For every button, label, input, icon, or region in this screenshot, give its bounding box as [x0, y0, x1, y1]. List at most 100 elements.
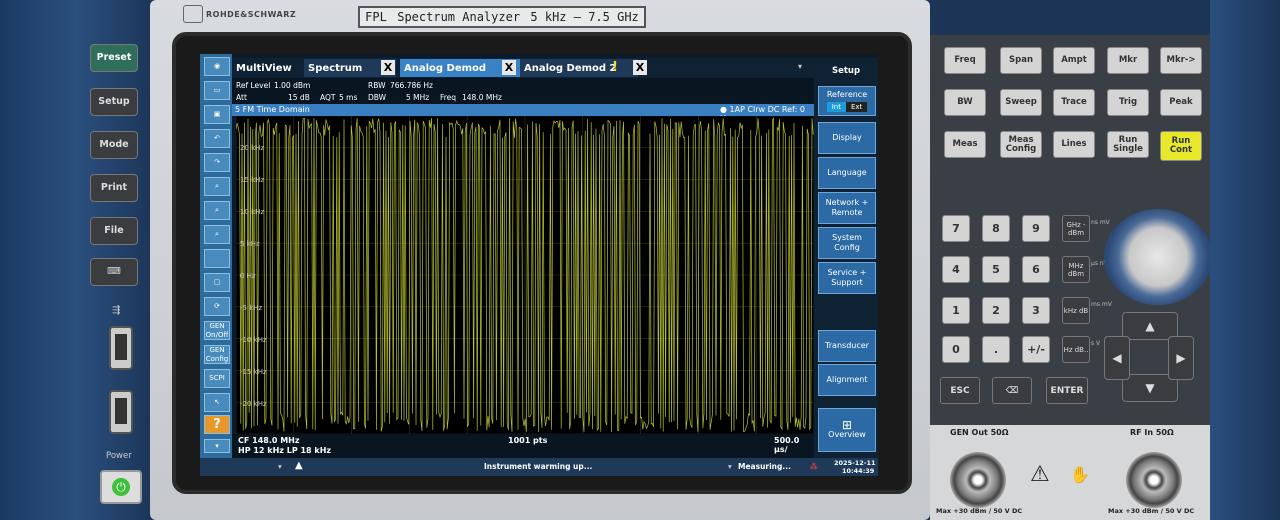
tab-analog-demod-2-label: Analog Demod 2 [524, 62, 617, 74]
close-icon[interactable]: X [381, 60, 395, 75]
digit-key[interactable]: . [982, 336, 1010, 363]
esc-key[interactable]: ESC [940, 377, 980, 404]
reference-ext-option[interactable]: Ext [845, 102, 868, 112]
arrow-right-key[interactable]: ▶ [1168, 336, 1194, 380]
left-key-preset[interactable]: Preset [90, 44, 138, 72]
tab-analog-demod-2[interactable]: Analog Demod 2 [520, 59, 638, 77]
arrow-left-key[interactable]: ◀ [1104, 336, 1130, 380]
zoom-off-icon[interactable]: ⌕ [204, 225, 230, 244]
unit-key[interactable]: MHz dBm [1062, 256, 1090, 283]
setup-label: Setup [98, 96, 130, 107]
right-housing [1210, 0, 1280, 520]
hardkey-mkr[interactable]: Mkr-> [1160, 47, 1202, 74]
hardkey-lines[interactable]: Lines [1053, 131, 1095, 158]
softkey-reference[interactable]: Reference Int Ext [818, 86, 876, 116]
y-axis-label: -10 kHz [240, 336, 267, 344]
backspace-key[interactable]: ⌫ [992, 377, 1032, 404]
aqt-value: 5 ms [339, 93, 358, 102]
redo-icon[interactable]: ↷ [204, 153, 230, 172]
fm-time-domain-plot[interactable]: 20 kHz 15 kHz 10 kHz 5 kHz 0 Hz -5 kHz -… [236, 116, 814, 434]
softkey-overview[interactable]: ⊞ Overview [818, 408, 876, 452]
hardkey-span[interactable]: Span [1000, 47, 1042, 74]
digit-key[interactable]: 8 [982, 215, 1010, 242]
digit-key[interactable]: 5 [982, 256, 1010, 283]
save-icon[interactable]: ▣ [204, 105, 230, 124]
softkey-language[interactable]: Language [818, 157, 876, 189]
trace-area [236, 116, 814, 434]
filter-settings: HP 12 kHz LP 18 kHz [238, 446, 332, 455]
digit-key[interactable]: 7 [942, 215, 970, 242]
softkey-transducer[interactable]: Transducer [818, 330, 876, 362]
multi-zoom-icon[interactable]: ⌕ [204, 201, 230, 220]
unit-key[interactable]: GHz -dBm [1062, 215, 1090, 242]
window-icon[interactable]: ▢ [204, 273, 230, 292]
unit-key[interactable]: Hz dB.. [1062, 336, 1090, 363]
reference-int-option[interactable]: Int [826, 102, 846, 112]
sequencer-icon[interactable]: ⟳ [204, 297, 230, 316]
hardkey-freq[interactable]: Freq [944, 47, 986, 74]
hardkey-sweep[interactable]: Sweep [1000, 89, 1042, 116]
keyboard-key[interactable]: ⌨ [90, 258, 138, 286]
undo-icon[interactable]: ↶ [204, 129, 230, 148]
hardkey-peak[interactable]: Peak [1160, 89, 1202, 116]
zoom-icon[interactable]: ⌕ [204, 177, 230, 196]
model-name: FPL [365, 10, 387, 24]
hardkey-mkr[interactable]: Mkr [1107, 47, 1149, 74]
left-key-print[interactable]: Print [90, 174, 138, 202]
gen-config-button[interactable]: GEN Config [204, 345, 230, 364]
softkey-service-support[interactable]: Service + Support [818, 262, 876, 294]
softkey-alignment[interactable]: Alignment [818, 364, 876, 396]
usb-icon: ⇶ [112, 305, 121, 316]
hardkey-meas-config[interactable]: Meas Config [1000, 131, 1042, 158]
product-name: Spectrum Analyzer [397, 10, 521, 24]
left-key-file[interactable]: File [90, 217, 138, 245]
digit-key[interactable]: +/- [1022, 336, 1050, 363]
rotary-knob[interactable] [1104, 209, 1212, 305]
warning-triangle-icon: ▲ [295, 460, 303, 471]
digit-key[interactable]: 4 [942, 256, 970, 283]
hardkey-meas[interactable]: Meas [944, 131, 986, 158]
unit-key[interactable]: kHz dB [1062, 297, 1090, 324]
help-pointer-icon[interactable]: ↖ [204, 393, 230, 412]
left-key-setup[interactable]: Setup [90, 88, 138, 116]
tab-analog-demod-label: Analog Demod [404, 62, 487, 74]
softkey-network-remote[interactable]: Network + Remote [818, 192, 876, 224]
digit-key[interactable]: 6 [1022, 256, 1050, 283]
tab-multiview[interactable]: MultiView [232, 59, 302, 77]
help-button[interactable]: ? [204, 415, 230, 434]
model-plate: FPL Spectrum Analyzer 5 kHz – 7.5 GHz [358, 6, 646, 28]
rbw-label: RBW [368, 81, 386, 90]
softkey-system-config[interactable]: System Config [818, 227, 876, 259]
hardkey-run-single[interactable]: Run Single [1107, 131, 1149, 158]
hardkey-trig[interactable]: Trig [1107, 89, 1149, 116]
blank-tool-icon[interactable] [204, 249, 230, 268]
close-icon[interactable]: X [502, 60, 516, 75]
toolbar: ◉ ▭ ▣ ↶ ↷ ⌕ ⌕ ⌕ ▢ ⟳ GEN On/Off GEN Confi… [200, 54, 232, 458]
camera-icon[interactable]: ◉ [204, 57, 230, 76]
digit-key[interactable]: 9 [1022, 215, 1050, 242]
freq-label: Freq [440, 93, 457, 102]
hardkey-ampt[interactable]: Ampt [1053, 47, 1095, 74]
status-message: Instrument warming up... [484, 462, 593, 471]
status-date: 2025-12-11 [834, 459, 876, 467]
hardkey-bw[interactable]: BW [944, 89, 986, 116]
toolbar-scroll-icon[interactable]: ▾ [204, 439, 230, 453]
digit-key[interactable]: 3 [1022, 297, 1050, 324]
rf-in-label: RF In 50Ω [1130, 428, 1174, 437]
measuring-menu-icon[interactable]: ▾ [728, 462, 732, 471]
digit-key[interactable]: 0 [942, 336, 970, 363]
folder-open-icon[interactable]: ▭ [204, 81, 230, 100]
softkey-display[interactable]: Display [818, 122, 876, 154]
digit-key[interactable]: 2 [982, 297, 1010, 324]
scpi-button[interactable]: SCPI [204, 369, 230, 388]
left-key-mode[interactable]: Mode [90, 131, 138, 159]
tab-menu-icon[interactable]: ▾ [798, 62, 802, 71]
hardkey-trace[interactable]: Trace [1053, 89, 1095, 116]
digit-key[interactable]: 1 [942, 297, 970, 324]
tab-multiview-label: MultiView [236, 62, 292, 74]
close-icon[interactable]: X [633, 60, 647, 75]
hardkey-run-cont[interactable]: Run Cont [1160, 131, 1202, 161]
gen-onoff-button[interactable]: GEN On/Off [204, 321, 230, 340]
enter-key[interactable]: ENTER [1046, 377, 1088, 404]
status-menu-icon[interactable]: ▾ [278, 462, 282, 471]
